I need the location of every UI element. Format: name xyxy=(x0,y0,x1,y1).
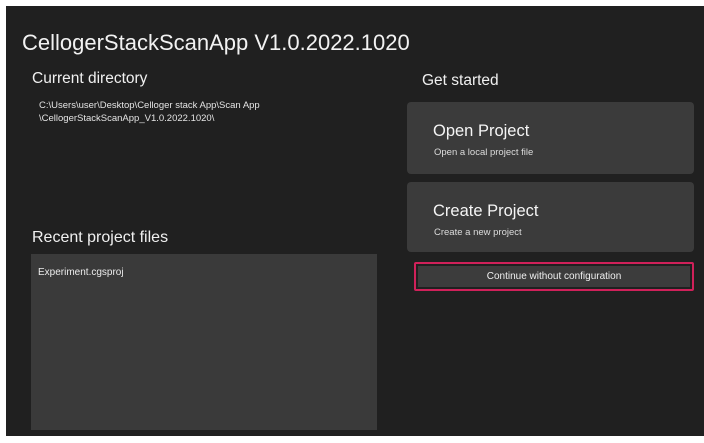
open-project-title: Open Project xyxy=(433,122,530,140)
open-project-button[interactable]: Open Project Open a local project file xyxy=(407,102,694,174)
open-project-subtitle: Open a local project file xyxy=(434,147,534,158)
recent-files-heading: Recent project files xyxy=(32,229,169,246)
app-title: CellogerStackScanApp V1.0.2022.1020 xyxy=(22,30,410,55)
start-window: CellogerStackScanApp V1.0.2022.1020 Curr… xyxy=(6,6,704,436)
continue-without-configuration-button[interactable]: Continue without configuration xyxy=(418,266,690,287)
current-directory-path-line1: C:\Users\user\Desktop\Celloger stack App… xyxy=(39,100,260,111)
current-directory-heading: Current directory xyxy=(32,70,148,87)
current-directory-path-line2: \CellogerStackScanApp_V1.0.2022.1020\ xyxy=(39,113,215,124)
create-project-button[interactable]: Create Project Create a new project xyxy=(407,182,694,252)
current-directory-path: C:\Users\user\Desktop\Celloger stack App… xyxy=(39,99,369,125)
create-project-subtitle: Create a new project xyxy=(434,227,522,238)
create-project-title: Create Project xyxy=(433,202,539,220)
continue-highlight-frame: Continue without configuration xyxy=(414,262,694,291)
recent-files-list[interactable]: Experiment.cgsproj xyxy=(31,254,377,430)
get-started-heading: Get started xyxy=(422,72,499,89)
recent-file-item[interactable]: Experiment.cgsproj xyxy=(31,254,377,278)
